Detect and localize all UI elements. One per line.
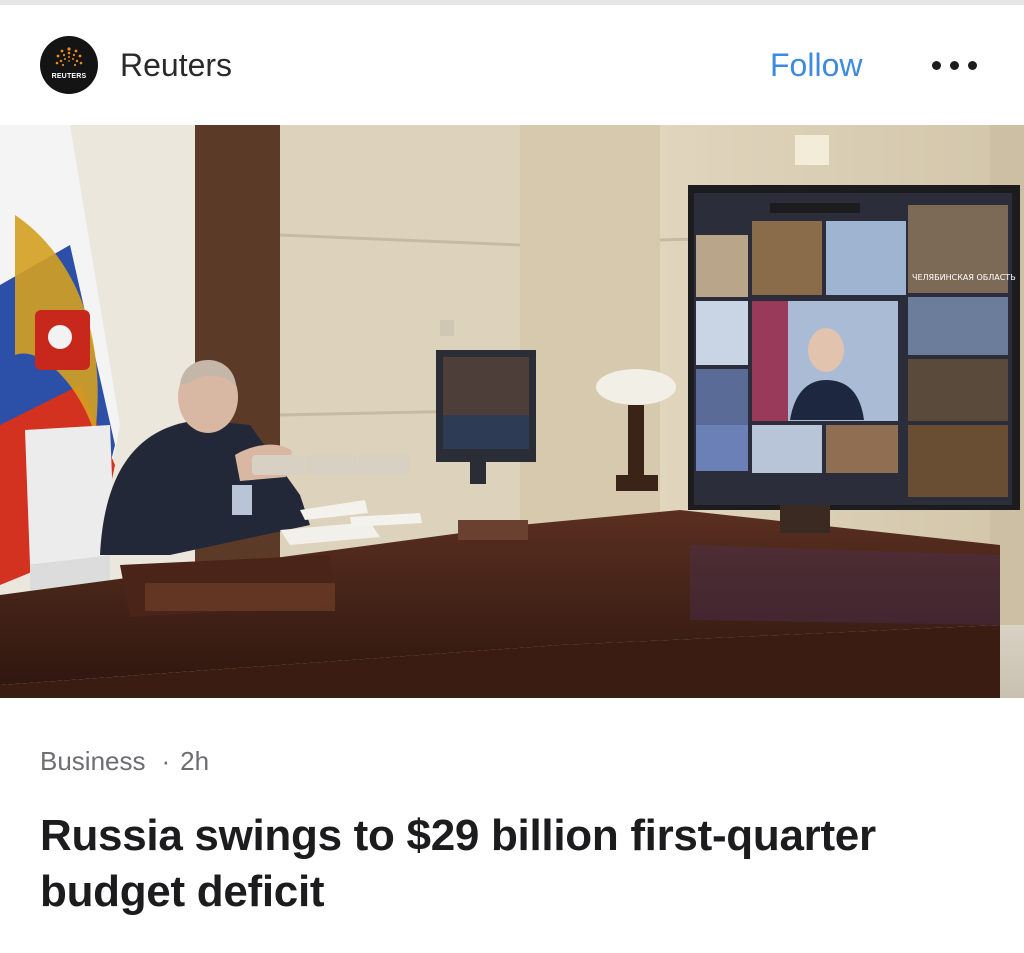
logo-wordmark: REUTERS [51,73,87,80]
reuters-logo-icon [55,47,83,67]
post-header: REUTERS Reuters Follow [0,5,1024,125]
more-options-button[interactable] [930,57,980,73]
publisher-avatar[interactable]: REUTERS [40,36,98,94]
screen-caption: ЧЕЛЯБИНСКАЯ ОБЛАСТЬ [912,273,1016,282]
article-hero-image[interactable]: ЧЕЛЯБИНСКАЯ ОБЛАСТЬ [0,125,1024,698]
more-dot [968,61,977,70]
meta-separator: · [161,746,171,776]
article-age: 2h [180,746,210,776]
hero-photo: ЧЕЛЯБИНСКАЯ ОБЛАСТЬ [0,125,1024,698]
article-meta: Business · 2h [40,744,209,778]
follow-button[interactable]: Follow [770,45,862,85]
category-label[interactable]: Business [40,746,146,776]
more-dot [950,61,959,70]
article-headline[interactable]: Russia swings to $29 billion first-quart… [40,808,940,920]
more-horizontal-icon [932,61,941,70]
publisher-name[interactable]: Reuters [120,45,232,85]
